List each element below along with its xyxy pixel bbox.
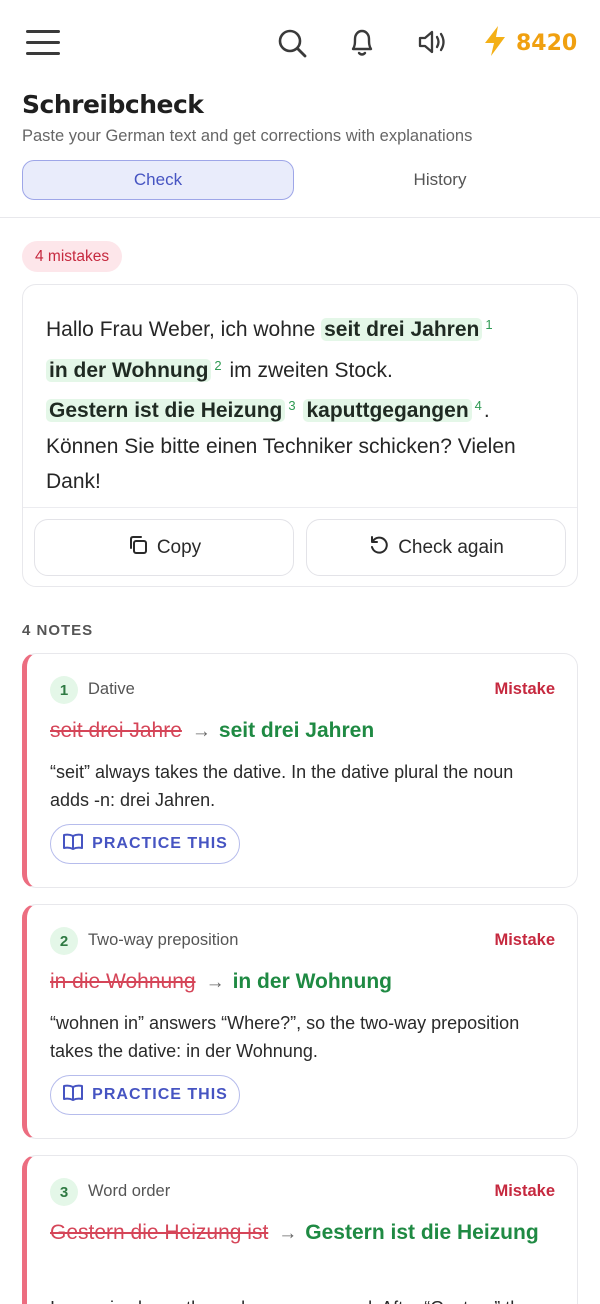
- text-segment: im zweiten Stock.: [229, 358, 393, 382]
- corrected-text: Hallo Frau Weber, ich wohne seit drei Ja…: [46, 307, 558, 500]
- arrow-right-icon: →: [191, 721, 211, 742]
- lightning-icon: [480, 24, 510, 63]
- note-number: 3: [50, 1178, 78, 1206]
- tab-bar: Check History: [22, 160, 578, 200]
- card-divider: [23, 507, 577, 508]
- practice-button[interactable]: PRACTICE THIS: [50, 824, 240, 864]
- page-subtitle: Paste your German text and get correctio…: [22, 127, 473, 145]
- corrected-text: seit drei Jahren: [218, 719, 375, 742]
- notes-heading: 4 NOTES: [22, 622, 94, 639]
- correction-number: 1: [485, 317, 493, 332]
- page-title: Schreibcheck: [22, 90, 204, 119]
- note-type: Mistake: [494, 680, 555, 698]
- correction-number: 2: [214, 357, 222, 373]
- rotate-ccw-icon: [368, 534, 390, 562]
- arrow-right-icon: →: [205, 972, 225, 993]
- wrong-text: in die Wohnung: [50, 970, 196, 993]
- copy-icon: [127, 534, 149, 562]
- copy-button[interactable]: Copy: [34, 519, 294, 576]
- streak-count: 8420: [516, 30, 578, 56]
- corrected-text-card: Hallo Frau Weber, ich wohne seit drei Ja…: [22, 284, 578, 587]
- tab-history[interactable]: History: [302, 160, 578, 200]
- practice-label: PRACTICE THIS: [92, 835, 228, 852]
- check-again-button[interactable]: Check again: [306, 519, 566, 576]
- wrong-text: Gestern die Heizung ist: [50, 1221, 269, 1244]
- correction-number: 4: [474, 398, 482, 413]
- note-correction: in die Wohnung → in der Wohnung: [50, 965, 540, 1000]
- divider: [0, 217, 600, 218]
- hamburger-menu-icon[interactable]: [26, 28, 62, 58]
- note-explanation: “seit” always takes the dative. In the d…: [50, 762, 514, 810]
- note-explanation: In a main clause the verb comes second. …: [50, 1294, 540, 1304]
- text-segment: .: [483, 399, 490, 422]
- corrected-text: Gestern ist die Heizung: [305, 1221, 539, 1244]
- note-explanation: “wohnen in” answers “Where?”, so the two…: [50, 1013, 520, 1061]
- wrong-text: seit drei Jahre: [50, 719, 182, 742]
- note-type: Mistake: [494, 1182, 555, 1200]
- note-category: Two-way preposition: [88, 931, 239, 949]
- mistakes-badge: 4 mistakes: [22, 241, 123, 272]
- corrected-text: in der Wohnung: [232, 970, 392, 993]
- tab-check[interactable]: Check: [22, 160, 294, 200]
- correction-number: 3: [288, 398, 296, 413]
- note-card: 3 Word order Mistake Gestern die Heizung…: [22, 1155, 578, 1304]
- arrow-right-icon: →: [278, 1223, 298, 1244]
- practice-label: PRACTICE THIS: [92, 1086, 228, 1103]
- correction-highlight[interactable]: in der Wohnung: [46, 358, 212, 382]
- practice-button[interactable]: PRACTICE THIS: [50, 1075, 240, 1115]
- top-bar: 8420: [0, 0, 600, 86]
- correction-highlight[interactable]: Gestern ist die Heizung: [46, 399, 286, 422]
- note-number: 2: [50, 927, 78, 955]
- note-card: 2 Two-way preposition Mistake in die Woh…: [22, 904, 578, 1139]
- book-icon: [62, 832, 84, 857]
- note-number: 1: [50, 676, 78, 704]
- correction-highlight[interactable]: kaputtgegangen: [303, 399, 472, 422]
- note-type: Mistake: [494, 931, 555, 949]
- text-segment: Können Sie bitte einen Techniker schicke…: [46, 434, 516, 494]
- text-segment: Hallo Frau Weber, ich wohne: [46, 318, 316, 341]
- book-icon: [62, 1083, 84, 1108]
- note-correction: Gestern die Heizung ist → Gestern ist die …: [50, 1216, 540, 1251]
- correction-highlight[interactable]: seit drei Jahren: [321, 318, 483, 341]
- copy-label: Copy: [156, 536, 202, 558]
- note-correction: seit drei Jahre → seit drei Jahren: [50, 714, 540, 749]
- note-category: Word order: [88, 1182, 171, 1200]
- streak-counter[interactable]: 8420: [480, 25, 577, 61]
- search-icon[interactable]: [274, 24, 310, 60]
- note-card: 1 Dative Mistake seit drei Jahre → seit dr…: [22, 653, 578, 888]
- note-category: Dative: [88, 680, 135, 698]
- check-again-label: Check again: [398, 536, 504, 558]
- speaker-icon[interactable]: [414, 24, 450, 60]
- bell-icon[interactable]: [344, 24, 380, 60]
